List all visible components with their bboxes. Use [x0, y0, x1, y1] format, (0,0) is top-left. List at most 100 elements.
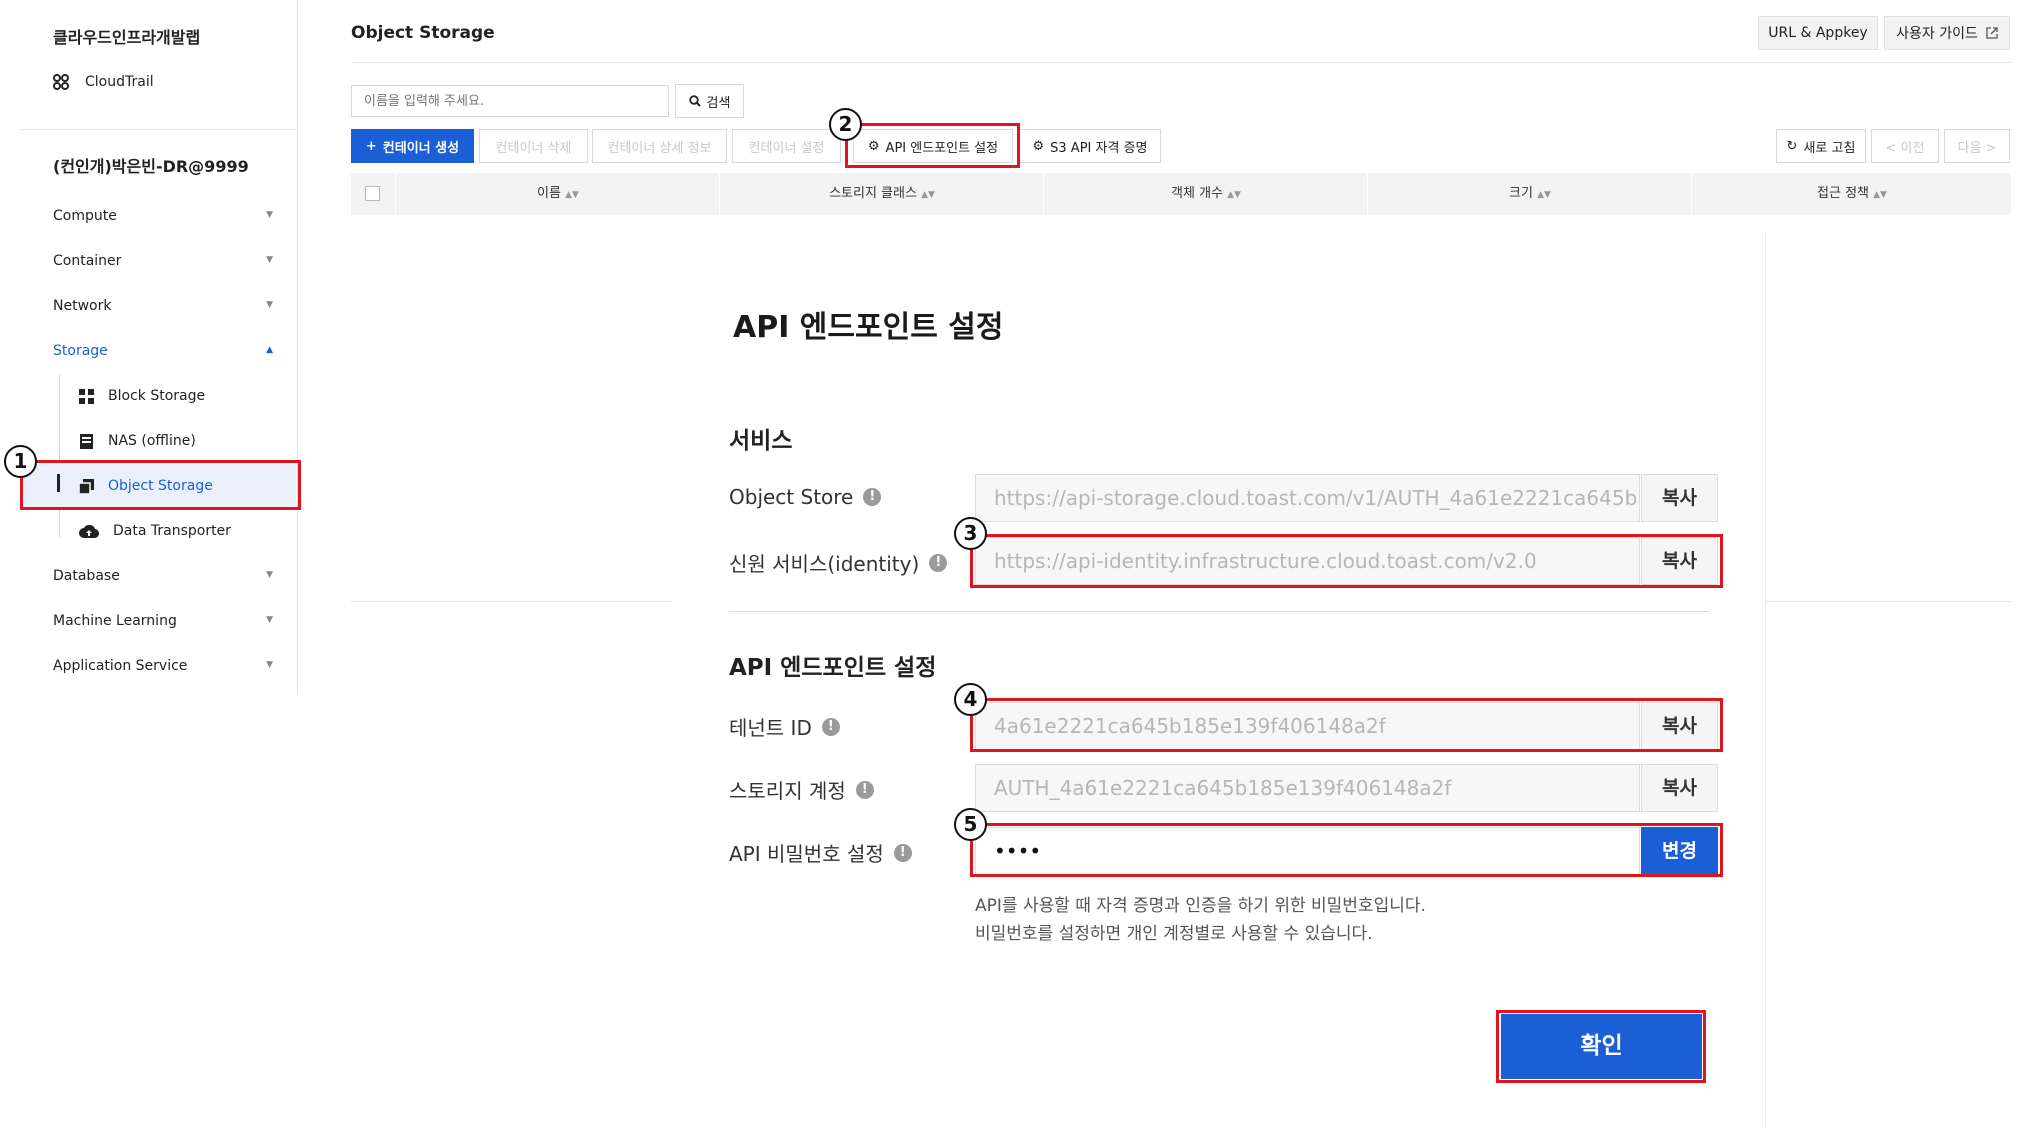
refresh-button[interactable]: ↻ 새로 고침 — [1776, 129, 1866, 163]
info-icon[interactable]: ! — [929, 553, 948, 572]
sidebar-item-cloudtrail[interactable]: CloudTrail — [53, 74, 154, 90]
sidebar-item-storage[interactable]: Storage ▲ — [53, 343, 273, 359]
search-button[interactable]: 검색 — [675, 84, 744, 118]
storage-account-field[interactable]: AUTH_4a61e2221ca645b185e139f406148a2f — [975, 764, 1640, 812]
info-icon[interactable]: ! — [855, 780, 874, 799]
table-row-divider — [351, 601, 671, 602]
container-settings-button[interactable]: 컨테이너 설정 — [732, 129, 841, 163]
s3-credential-button[interactable]: ⚙ S3 API 자격 증명 — [1019, 129, 1161, 163]
create-container-label: 컨테이너 생성 — [382, 140, 460, 156]
sidebar-item-application-service[interactable]: Application Service ▼ — [53, 658, 273, 674]
sidebar: 클라우드인프라개발랩 CloudTrail (컨인개)박은빈-DR@9999 C… — [0, 0, 298, 695]
sidebar-item-label: CloudTrail — [85, 74, 154, 90]
page-title: Object Storage — [351, 23, 495, 43]
nas-icon — [80, 433, 93, 449]
container-details-button[interactable]: 컨테이너 상세 정보 — [592, 129, 727, 163]
field-label: Object Store — [729, 485, 854, 509]
field-label: 테넌트 ID — [729, 716, 812, 740]
info-icon[interactable]: ! — [863, 488, 882, 506]
grid-icon — [79, 388, 94, 404]
sort-icon: ▲▼ — [1537, 190, 1551, 200]
tenant-id-label: 테넌트 ID ! — [729, 712, 840, 741]
column-label: 이름 — [537, 186, 561, 201]
field-label: 스토리지 계정 — [729, 779, 846, 803]
callout-box-identity — [970, 534, 1723, 588]
sort-icon: ▲▼ — [921, 190, 935, 200]
sidebar-item-container[interactable]: Container ▼ — [53, 253, 273, 269]
sidebar-item-database[interactable]: Database ▼ — [53, 568, 273, 584]
sidebar-item-nas[interactable]: NAS (offline) — [79, 433, 196, 449]
field-label: API 비밀번호 설정 — [729, 842, 884, 866]
column-name[interactable]: 이름 ▲▼ — [395, 173, 720, 215]
cloud-upload-icon — [79, 524, 99, 538]
table-header: 이름 ▲▼ 스토리지 클래스 ▲▼ 객체 개수 ▲▼ 크기 ▲▼ 접근 정책 ▲… — [351, 173, 2011, 215]
create-container-button[interactable]: + 컨테이너 생성 — [351, 129, 474, 163]
sidebar-item-label: NAS (offline) — [108, 433, 196, 449]
search-icon — [688, 95, 701, 107]
column-label: 객체 개수 — [1171, 186, 1223, 201]
sidebar-item-label: Data Transporter — [113, 523, 231, 539]
object-store-field[interactable]: https://api-storage.cloud.toast.com/v1/A… — [975, 474, 1640, 522]
sidebar-item-label: Container — [53, 253, 122, 269]
delete-container-button[interactable]: 컨테이너 삭제 — [479, 129, 588, 163]
callout-number-1: 1 — [4, 445, 37, 478]
chevron-down-icon: ▼ — [266, 210, 273, 220]
sidebar-item-label: Machine Learning — [53, 613, 177, 629]
plus-icon: + — [365, 138, 377, 154]
chevron-down-icon: ▼ — [266, 255, 273, 265]
modal-divider — [729, 611, 1709, 612]
chevron-down-icon: ▼ — [266, 615, 273, 625]
identity-label: 신원 서비스(identity) ! — [729, 548, 948, 577]
column-size[interactable]: 크기 ▲▼ — [1367, 173, 1692, 215]
search-label: 검색 — [706, 95, 731, 111]
sidebar-item-compute[interactable]: Compute ▼ — [53, 208, 273, 224]
sidebar-item-machine-learning[interactable]: Machine Learning ▼ — [53, 613, 273, 629]
sidebar-item-network[interactable]: Network ▼ — [53, 298, 273, 314]
column-object-count[interactable]: 객체 개수 ▲▼ — [1043, 173, 1368, 215]
sidebar-item-label: Compute — [53, 208, 117, 224]
callout-box-tenant-id — [970, 698, 1723, 752]
url-appkey-button[interactable]: URL & Appkey — [1758, 16, 1878, 50]
next-page-button[interactable]: 다음 > — [1944, 129, 2010, 163]
chevron-down-icon: ▼ — [266, 570, 273, 580]
service-section-heading: 서비스 — [729, 428, 793, 454]
callout-number-2: 2 — [829, 108, 862, 141]
sidebar-item-data-transporter[interactable]: Data Transporter — [79, 523, 231, 539]
info-icon[interactable]: ! — [821, 717, 840, 736]
refresh-icon: ↻ — [1786, 138, 1798, 154]
external-link-icon — [1986, 27, 1998, 39]
sidebar-item-block-storage[interactable]: Block Storage — [79, 388, 205, 404]
sidebar-item-label: Storage — [53, 343, 108, 359]
copy-object-store-button[interactable]: 복사 — [1641, 474, 1718, 522]
callout-number-4: 4 — [954, 683, 987, 716]
info-icon[interactable]: ! — [893, 843, 912, 862]
chevron-down-icon: ▼ — [266, 660, 273, 670]
callout-box-password — [970, 823, 1723, 877]
storage-account-label: 스토리지 계정 ! — [729, 775, 874, 804]
sidebar-item-label: Database — [53, 568, 120, 584]
user-guide-label: 사용자 가이드 — [1896, 26, 1978, 42]
callout-box-object-storage — [20, 460, 301, 510]
callout-number-3: 3 — [954, 517, 987, 550]
sidebar-divider — [20, 129, 296, 130]
column-access-policy[interactable]: 접근 정책 ▲▼ — [1691, 173, 2012, 215]
project-name[interactable]: 클라우드인프라개발랩 — [53, 24, 200, 48]
column-storage-class[interactable]: 스토리지 클래스 ▲▼ — [719, 173, 1044, 215]
callout-box-api-endpoint — [845, 123, 1020, 168]
select-all-checkbox[interactable] — [365, 186, 380, 201]
sort-icon: ▲▼ — [1227, 190, 1241, 200]
org-name[interactable]: (컨인개)박은빈-DR@9999 — [53, 153, 249, 177]
header-divider — [351, 62, 2011, 63]
sort-icon: ▲▼ — [565, 190, 579, 200]
user-guide-button[interactable]: 사용자 가이드 — [1884, 16, 2010, 50]
copy-storage-account-button[interactable]: 복사 — [1641, 764, 1718, 812]
submenu-guide-line — [59, 375, 60, 537]
callout-box-confirm — [1496, 1010, 1706, 1083]
gear-icon: ⚙ — [1032, 138, 1045, 154]
search-input[interactable] — [351, 85, 669, 117]
table-row-divider — [1765, 601, 2011, 602]
sidebar-item-label: Network — [53, 298, 112, 314]
sidebar-item-label: Application Service — [53, 658, 188, 674]
prev-page-button[interactable]: < 이전 — [1871, 129, 1939, 163]
endpoint-section-heading: API 엔드포인트 설정 — [729, 655, 937, 681]
